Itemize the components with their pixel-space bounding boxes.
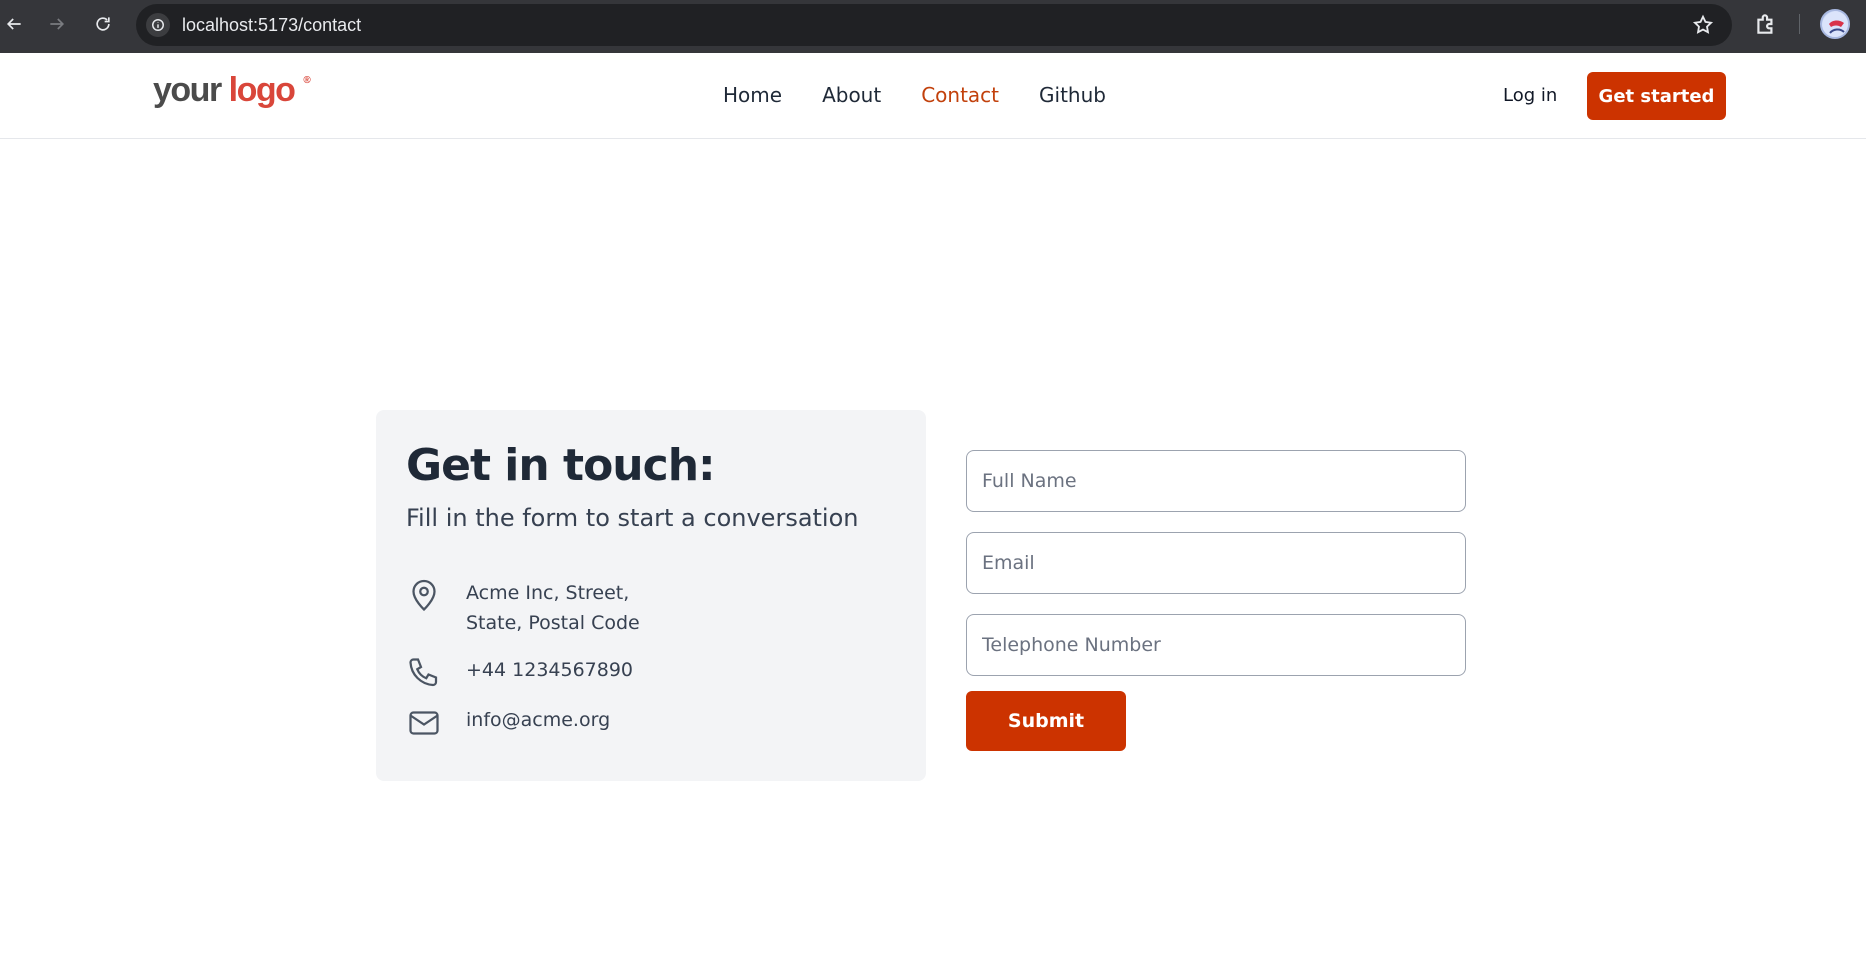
page-title: Get in touch: bbox=[406, 440, 716, 491]
logo-text-logo: logo bbox=[228, 71, 296, 109]
forward-icon[interactable] bbox=[43, 10, 71, 38]
toolbar-divider bbox=[1799, 14, 1800, 34]
nav-about[interactable]: About bbox=[822, 83, 881, 107]
extensions-icon[interactable] bbox=[1753, 11, 1779, 37]
url-text[interactable]: localhost:5173/contact bbox=[182, 15, 361, 36]
telephone-input[interactable] bbox=[966, 614, 1466, 676]
page-subtitle: Fill in the form to start a conversation bbox=[406, 504, 859, 532]
phone-icon bbox=[406, 655, 442, 691]
logo-registered-mark: ® bbox=[303, 74, 311, 86]
site-info-icon[interactable] bbox=[146, 13, 170, 37]
address-line-2: State, Postal Code bbox=[466, 612, 640, 634]
email-row: info@acme.org bbox=[406, 705, 610, 741]
full-name-input[interactable] bbox=[966, 450, 1466, 512]
email-input[interactable] bbox=[966, 532, 1466, 594]
contact-info-card: Get in touch: Fill in the form to start … bbox=[376, 410, 926, 781]
login-link[interactable]: Log in bbox=[1503, 85, 1557, 106]
logo-text-your: your bbox=[153, 71, 222, 109]
submit-button[interactable]: Submit bbox=[966, 691, 1126, 751]
nav-contact[interactable]: Contact bbox=[921, 83, 999, 107]
email-text: info@acme.org bbox=[466, 709, 611, 731]
brand-logo[interactable]: your logo ® bbox=[153, 71, 311, 110]
mail-icon bbox=[406, 705, 442, 741]
browser-chrome: localhost:5173/contact bbox=[0, 0, 1866, 53]
nav-github[interactable]: Github bbox=[1039, 83, 1106, 107]
address-row: Acme Inc, Street, State, Postal Code bbox=[406, 578, 640, 638]
phone-row: +44 1234567890 bbox=[406, 655, 633, 691]
bookmark-star-icon[interactable] bbox=[1692, 14, 1714, 36]
profile-avatar[interactable] bbox=[1820, 9, 1850, 39]
address-line-1: Acme Inc, Street, bbox=[466, 582, 630, 604]
main-nav: Home About Contact Github bbox=[723, 83, 1146, 107]
phone-text: +44 1234567890 bbox=[466, 659, 634, 681]
nav-home[interactable]: Home bbox=[723, 83, 782, 107]
address-bar[interactable]: localhost:5173/contact bbox=[136, 4, 1732, 46]
back-icon[interactable] bbox=[0, 10, 28, 38]
get-started-button[interactable]: Get started bbox=[1587, 72, 1726, 120]
reload-icon[interactable] bbox=[89, 10, 117, 38]
address-text: Acme Inc, Street, State, Postal Code bbox=[466, 578, 640, 638]
site-header: your logo ® Home About Contact Github Lo… bbox=[0, 53, 1866, 139]
map-pin-icon bbox=[406, 578, 442, 614]
